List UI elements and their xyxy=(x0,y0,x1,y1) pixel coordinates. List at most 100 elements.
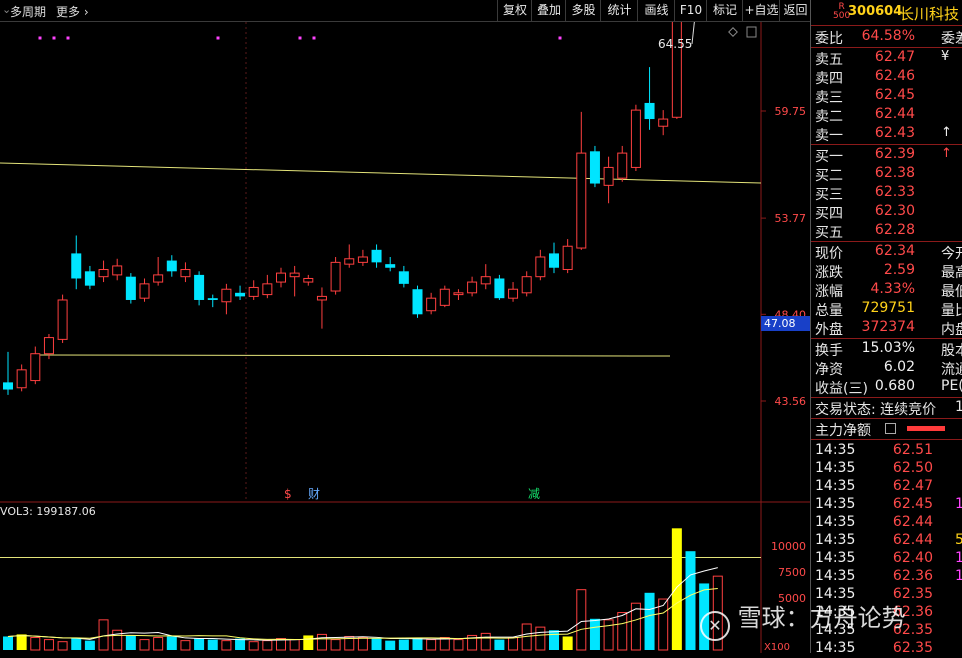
candle-body xyxy=(276,272,286,283)
tick-time: 14:35 xyxy=(815,460,856,476)
volume-bar xyxy=(576,589,587,651)
fundamental-row-label: 换手 xyxy=(815,343,843,359)
volume-bar xyxy=(262,640,273,651)
volume-unit-label: X100 xyxy=(764,642,790,653)
volume-bar xyxy=(30,637,41,651)
trend-line-upper xyxy=(0,162,762,184)
volume-tick-label: 10000 xyxy=(771,540,806,553)
weibi-row-extra: 委差 xyxy=(941,31,962,47)
multi-stock-button[interactable]: 多股 xyxy=(565,0,601,21)
bid-level-3: 买三 62.33 xyxy=(815,184,962,203)
ask-level-3-value: 62.45 xyxy=(874,87,915,103)
candle-body xyxy=(439,288,450,306)
overlay-button[interactable]: 叠加 xyxy=(531,0,566,21)
fundamental-row-value: 15.03% xyxy=(861,340,915,356)
volume-bar xyxy=(494,639,505,650)
candle-body xyxy=(467,281,478,294)
y-tick-label: 53.77 xyxy=(775,212,807,225)
volume-bar xyxy=(57,641,68,651)
weibi-row-value: 64.58% xyxy=(861,28,915,44)
volume-bar xyxy=(357,637,368,651)
bid-level-5-label: 买五 xyxy=(815,225,843,241)
event-dot xyxy=(216,36,220,40)
candle-body xyxy=(603,166,614,186)
event-dot xyxy=(558,36,562,40)
volume-bar xyxy=(221,640,232,651)
tick-row: 14:35 62.44 xyxy=(815,514,962,532)
stat-row-label: 外盘 xyxy=(815,322,843,338)
event-dot xyxy=(298,36,302,40)
more-menu[interactable]: 更多 › xyxy=(56,3,89,20)
tick-row: 14:35 62.50 xyxy=(815,460,962,478)
restore-rights-button[interactable]: 复权 xyxy=(497,0,532,21)
weibi-row: 委比 64.58% 委差 xyxy=(815,28,962,47)
volume-bar xyxy=(562,636,573,650)
candle-body xyxy=(43,337,54,355)
f10-button[interactable]: F10 xyxy=(674,0,707,21)
volume-bar xyxy=(589,618,600,650)
volume-bar xyxy=(426,639,437,651)
volume-bar xyxy=(398,639,409,650)
candle-body xyxy=(125,276,136,300)
fundamental-row-extra: 流通 xyxy=(941,362,962,378)
ask-level-5-mark: ¥ xyxy=(941,49,950,64)
bid-level-3-label: 买三 xyxy=(815,187,843,203)
volume-bar xyxy=(685,551,696,650)
bid-level-4-label: 买四 xyxy=(815,206,843,222)
watermark-logo-icon: ✕ xyxy=(700,611,730,641)
tick-row: 14:35 62.36 13 xyxy=(815,568,962,586)
tick-price: 62.36 xyxy=(892,568,933,584)
volume-bar xyxy=(671,528,682,650)
draw-line-button[interactable]: 画线 xyxy=(637,0,675,21)
tick-volume: 11 xyxy=(955,550,962,566)
candle-body xyxy=(221,288,232,303)
stat-row-extra: 最低 xyxy=(941,284,962,300)
tick-time: 14:35 xyxy=(815,478,856,494)
volume-bar xyxy=(603,619,614,651)
volume-bar xyxy=(617,612,628,651)
event-marker: $ xyxy=(284,487,292,501)
fundamental-row-value: 6.02 xyxy=(883,359,915,375)
tick-volume: 13 xyxy=(955,496,962,512)
kline-chart[interactable]: 64.5559.7553.7748.4043.5647.08$ 财减VOL3: 1… xyxy=(0,22,810,653)
stat-row-value: 372374 xyxy=(861,319,915,335)
period-selector[interactable]: 多周期 xyxy=(10,3,46,20)
tick-time: 14:35 xyxy=(815,496,856,512)
candle-body xyxy=(630,109,641,168)
ask-level-5-value: 62.47 xyxy=(874,49,915,65)
volume-bar xyxy=(412,637,423,650)
tick-row: 14:35 62.40 11 xyxy=(815,550,962,568)
candle-body xyxy=(139,283,150,299)
tick-row: 14:35 62.44 5 xyxy=(815,532,962,550)
bid-level-1-mark: ↑ xyxy=(941,146,952,161)
event-dot xyxy=(52,36,56,40)
add-watchlist-button[interactable]: +自选 xyxy=(742,0,780,21)
candle-body xyxy=(480,276,491,285)
list-icon[interactable] xyxy=(885,423,896,434)
watermark: ✕ 雪球：方舟论势 xyxy=(700,598,906,641)
tick-price: 62.35 xyxy=(892,640,933,656)
trade-status-extra: 1 xyxy=(955,399,962,415)
candle-body xyxy=(262,283,273,296)
candle-body xyxy=(207,298,218,300)
back-button[interactable]: 返回 xyxy=(779,0,811,21)
volume-bar xyxy=(43,639,54,651)
tick-price: 62.44 xyxy=(892,532,933,548)
candle-body xyxy=(16,369,27,389)
candle-body xyxy=(166,260,177,272)
candle-body xyxy=(658,118,669,127)
tick-row: 14:35 62.45 13 xyxy=(815,496,962,514)
bid-level-4-value: 62.30 xyxy=(874,203,915,219)
fundamental-row-extra: 股本 xyxy=(941,343,962,359)
candle-body xyxy=(508,288,519,299)
stat-row: 总量 729751 量比 xyxy=(815,300,962,319)
candle-body xyxy=(330,261,341,292)
bid-level-4: 买四 62.30 xyxy=(815,203,962,222)
ask-level-4-value: 62.46 xyxy=(874,68,915,84)
statistics-button[interactable]: 统计 xyxy=(600,0,638,21)
mark-button[interactable]: 标记 xyxy=(706,0,743,21)
main-flow-row[interactable]: 主力净额 xyxy=(815,420,962,439)
ask-level-3-label: 卖三 xyxy=(815,90,843,106)
candle-body xyxy=(426,297,437,312)
chart-toolbar: ⌄ 多周期 更多 › 复权 叠加 多股 统计 画线 F10 标记 +自选 返回 xyxy=(0,0,810,22)
